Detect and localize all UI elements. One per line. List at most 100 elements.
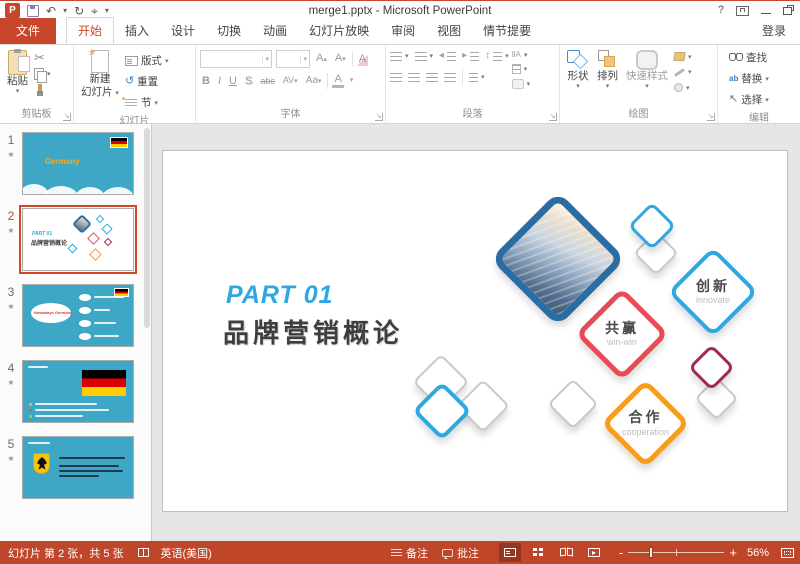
drawing-dialog-launcher[interactable]: ↘ (707, 113, 715, 121)
save-icon[interactable] (27, 4, 39, 17)
change-case-button[interactable]: Aa▾ (304, 74, 324, 89)
fit-to-window-button[interactable] (781, 547, 794, 558)
normal-view-button[interactable] (499, 543, 522, 562)
font-dialog-launcher[interactable]: ↘ (375, 113, 383, 121)
undo-icon[interactable]: ↶ (46, 5, 56, 17)
numbering-button[interactable]: ▾ (414, 51, 433, 61)
new-slide-button[interactable]: ★ 新建 幻灯片 ▾ (77, 46, 123, 99)
customize-qat-icon[interactable]: ▾ (105, 6, 109, 15)
shape-effects-button[interactable]: ▾ (674, 83, 692, 92)
arrange-button[interactable]: 排列 ▾ (593, 46, 622, 92)
layout-button[interactable]: 版式 ▾ (124, 53, 168, 68)
select-button[interactable]: ↖ 选择 ▾ (729, 92, 769, 107)
zoom-percentage[interactable]: 56% (747, 547, 769, 559)
character-spacing-button[interactable]: AV▾ (281, 73, 300, 89)
zoom-in-button[interactable]: + (729, 546, 737, 559)
tab-storyboard[interactable]: 情节提要 (472, 18, 542, 44)
thumbnail-scrollbar[interactable] (144, 128, 150, 328)
text-line (59, 457, 125, 459)
slide-sorter-view-button[interactable] (527, 543, 549, 562)
decrease-indent-button[interactable]: ◂ (439, 51, 457, 61)
tab-view[interactable]: 视图 (426, 18, 472, 44)
clipboard-dialog-launcher[interactable]: ↘ (63, 113, 71, 121)
slide-thumbnail-3[interactable]: Nowadays Germany (22, 284, 134, 347)
start-slideshow-icon[interactable]: ⌖ (91, 5, 98, 17)
slide-counter[interactable]: 幻灯片 第 2 张，共 5 张 (8, 545, 124, 561)
notes-button[interactable]: 备注 (391, 545, 428, 561)
align-right-button[interactable] (426, 72, 438, 82)
reading-view-button[interactable] (555, 543, 577, 562)
line-spacing-button[interactable]: ↕ ▾ (485, 51, 509, 61)
shapes-icon (567, 50, 589, 70)
bold-button[interactable]: B (200, 74, 212, 88)
thumb2-title: 品牌营销概论 (31, 241, 68, 247)
group-paragraph: ▾ ▾ ◂ ▸ ↕ ▾ ▾ ⅡA ▾ ▾ ▾ 段落 ↘ (386, 45, 560, 123)
minimize-icon[interactable] (761, 13, 771, 14)
replace-button[interactable]: ab 替换 ▾ (729, 71, 769, 86)
paragraph-dialog-launcher[interactable]: ↘ (549, 113, 557, 121)
find-button[interactable]: 查找 (729, 50, 769, 65)
slide-thumbnail-4[interactable] (22, 360, 134, 423)
mini-diamond (87, 232, 100, 245)
reset-button[interactable]: ↺ 重置 (125, 74, 169, 89)
sign-in-button[interactable]: 登录 (748, 18, 800, 44)
justify-button[interactable] (444, 72, 456, 82)
redo-icon[interactable]: ↻ (74, 5, 84, 17)
slide-thumbnail-1[interactable]: Germany (22, 132, 134, 195)
restore-icon[interactable] (783, 4, 794, 15)
increase-indent-button[interactable]: ▸ (462, 51, 480, 61)
text-shadow-button[interactable]: S (243, 74, 254, 88)
text-direction-button[interactable]: ⅡA ▾ (512, 51, 531, 60)
help-icon[interactable]: ? (718, 5, 724, 16)
bullets-button[interactable]: ▾ (390, 51, 409, 61)
font-size-combo[interactable]: ▾ (276, 50, 310, 68)
format-painter-button[interactable] (34, 84, 51, 96)
tab-design[interactable]: 设计 (160, 18, 206, 44)
slideshow-view-button[interactable] (583, 543, 605, 562)
font-color-dropdown[interactable]: ▾ (348, 74, 356, 88)
slide-thumbnail-5[interactable] (22, 436, 134, 499)
zoom-out-button[interactable]: - (619, 546, 623, 559)
undo-dropdown-icon[interactable]: ▾ (63, 6, 67, 15)
section-button[interactable]: * 节 ▾ (122, 95, 169, 110)
underline-button[interactable]: U (227, 74, 239, 88)
font-name-combo[interactable]: ▾ (200, 50, 272, 68)
tab-file[interactable]: 文件 (0, 18, 57, 44)
tab-insert[interactable]: 插入 (114, 18, 160, 44)
tab-animations[interactable]: 动画 (252, 18, 298, 44)
copy-button[interactable]: ▾ (34, 68, 51, 83)
align-text-button[interactable]: ▾ (511, 64, 531, 74)
comments-button[interactable]: 批注 (442, 545, 479, 561)
current-slide[interactable]: PART 01 品牌营销概论 创新 innovate 共赢 win-win 合作… (162, 150, 788, 512)
paste-button[interactable]: 粘贴 ▾ (3, 46, 32, 97)
zoom-slider-thumb[interactable] (649, 547, 654, 558)
mini-diamond (101, 223, 113, 235)
shape-outline-button[interactable]: ▾ (674, 67, 692, 77)
text-line (59, 465, 119, 467)
tab-slideshow[interactable]: 幻灯片放映 (298, 18, 380, 44)
align-center-button[interactable] (408, 72, 420, 82)
clear-formatting-button[interactable]: A (356, 52, 369, 66)
shrink-font-button[interactable]: A▾ (333, 51, 348, 67)
italic-button[interactable]: I (216, 74, 223, 88)
align-left-button[interactable] (390, 72, 402, 82)
tab-review[interactable]: 审阅 (380, 18, 426, 44)
slide-thumbnail-2-selected[interactable]: PART 01 品牌营销概论 (19, 205, 137, 274)
powerpoint-logo-icon[interactable]: P (5, 3, 20, 18)
spell-check-button[interactable] (137, 548, 149, 557)
shapes-button[interactable]: 形状 ▾ (563, 46, 593, 92)
mini-diamond (95, 214, 105, 224)
shape-fill-button[interactable]: ▾ (673, 52, 692, 61)
tab-transitions[interactable]: 切换 (206, 18, 252, 44)
columns-button[interactable]: ▾ (469, 72, 485, 82)
tab-home[interactable]: 开始 (66, 17, 115, 44)
ribbon-display-options-icon[interactable] (736, 5, 749, 16)
quick-styles-button[interactable]: 快速样式 ▾ (622, 46, 672, 92)
strikethrough-button[interactable]: abc (258, 74, 277, 88)
grow-font-button[interactable]: A▴ (314, 51, 329, 67)
language-indicator[interactable]: 英语(美国) (161, 545, 212, 561)
convert-smartart-button[interactable]: ▾ (511, 79, 530, 89)
font-color-button[interactable]: A (332, 74, 344, 88)
zoom-slider-track[interactable] (628, 547, 725, 558)
cut-button[interactable]: ✂ (34, 51, 51, 64)
